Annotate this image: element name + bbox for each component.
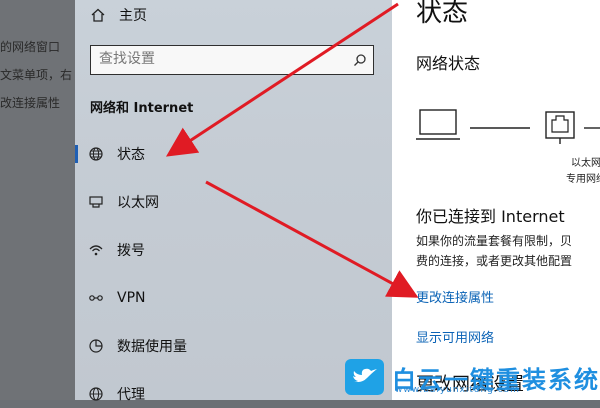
description-text: 如果你的流量套餐有限制，贝 <box>416 234 573 248</box>
globe-icon <box>87 145 105 163</box>
page-title: 状态 <box>416 0 469 28</box>
ethernet-icon <box>87 193 105 211</box>
sidebar-item-label: 以太网 <box>117 195 159 211</box>
dialup-icon <box>87 241 105 259</box>
sidebar-item-vpn[interactable]: VPN <box>75 284 392 312</box>
ethernet-label: 以太网 <box>571 158 600 169</box>
private-network-label: 专用网络 <box>566 174 600 185</box>
background-window: 的网络窗口 文菜单项，右 改连接属性 <box>0 0 78 400</box>
background-text-line: 文菜单项，右 <box>0 68 73 82</box>
sidebar-item-label: 数据使用量 <box>117 339 187 355</box>
change-connection-properties-link[interactable]: 更改连接属性 <box>416 287 494 306</box>
network-status-heading: 网络状态 <box>416 54 481 73</box>
sidebar-item-label: 拨号 <box>117 243 145 259</box>
search-box[interactable] <box>90 45 374 75</box>
watermark-url: www.baiyunxitong.com <box>395 385 520 395</box>
description-text: 费的连接，或者更改其他配置 <box>416 254 573 268</box>
home-nav-item[interactable]: 主页 <box>89 4 147 26</box>
ethernet-port-icon <box>545 111 575 144</box>
laptop-icon <box>416 109 460 140</box>
home-label: 主页 <box>119 8 147 24</box>
section-title: 网络和 Internet <box>90 101 194 116</box>
sidebar-item-label: VPN <box>117 290 146 306</box>
network-diagram: 以太网 专用网络 <box>416 108 600 188</box>
search-icon[interactable] <box>353 52 367 71</box>
vpn-icon <box>87 289 105 307</box>
globe-icon <box>87 385 105 403</box>
sidebar-item-dialup[interactable]: 拨号 <box>75 236 392 264</box>
search-input[interactable] <box>99 48 339 70</box>
connected-status-text: 你已连接到 Internet <box>416 207 565 226</box>
background-text-line: 改连接属性 <box>0 96 61 110</box>
data-usage-icon <box>87 337 105 355</box>
sidebar-item-label: 状态 <box>117 147 145 163</box>
show-available-networks-link[interactable]: 显示可用网络 <box>416 327 494 346</box>
settings-sidebar: 主页 网络和 Internet 状态 以太网 拨号 VPN <box>75 0 392 403</box>
bird-logo-icon <box>345 359 384 395</box>
sidebar-item-label: 代理 <box>117 387 145 403</box>
sidebar-item-ethernet[interactable]: 以太网 <box>75 188 392 216</box>
content-pane: 状态 网络状态 以太网 专用网络 你已连接到 Internet 如果你的流量套餐… <box>392 0 600 400</box>
watermark: 白云一键重装系统 www.baiyunxitong.com <box>345 354 600 400</box>
sidebar-item-status[interactable]: 状态 <box>75 140 392 168</box>
home-icon <box>89 6 107 24</box>
background-text-line: 的网络窗口 <box>0 40 61 54</box>
